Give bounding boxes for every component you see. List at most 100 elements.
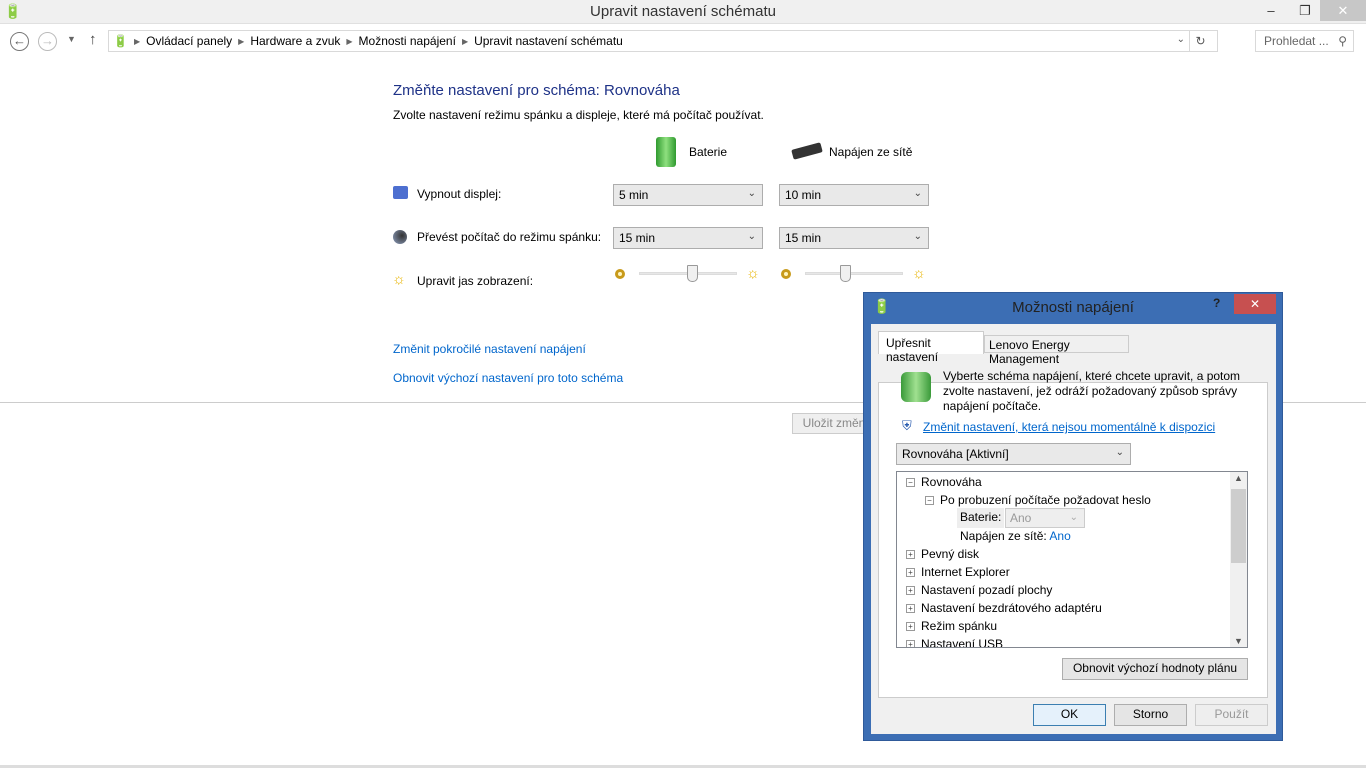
sleep-ac-select[interactable]: 15 min ⌄ (779, 227, 929, 249)
help-button[interactable]: ? (1213, 296, 1220, 310)
brightness-ac-slider[interactable] (805, 265, 903, 282)
power-plan-icon (901, 372, 931, 402)
window-title: Upravit nastavení schématu (590, 3, 776, 20)
tree-item[interactable]: + Pevný disk (906, 547, 979, 561)
uac-shield-icon: ⛨ (902, 418, 912, 433)
dialog-close-button[interactable]: ✕ (1234, 294, 1276, 314)
advanced-settings-link[interactable]: Změnit pokročilé nastavení napájení (393, 342, 586, 356)
ok-button[interactable]: OK (1033, 704, 1106, 726)
battery-password-select[interactable]: Ano ⌄ (1005, 508, 1085, 528)
scroll-down-icon[interactable]: ▼ (1234, 636, 1243, 646)
address-dropdown-icon[interactable]: ⌄ (1177, 34, 1185, 45)
dialog-description: Vyberte schéma napájení, které chcete up… (943, 369, 1241, 413)
ac-setting-row: Napájen ze sítě: Ano (960, 529, 1071, 543)
breadcrumb-item[interactable]: Ovládací panely (146, 34, 232, 48)
tree-item[interactable]: + Nastavení pozadí plochy (906, 583, 1052, 597)
tree-label: Režim spánku (921, 619, 998, 633)
search-input[interactable]: Prohledat ... ⚲ (1255, 30, 1354, 52)
refresh-button[interactable]: ↻ (1189, 31, 1211, 51)
sleep-label: Převést počítač do režimu spánku: (417, 230, 602, 244)
tree-label: Internet Explorer (921, 565, 1010, 579)
power-options-icon: 🔋 (113, 34, 128, 48)
slider-thumb[interactable] (840, 265, 852, 282)
power-plug-icon (791, 142, 823, 160)
select-value: Rovnováha [Aktivní] (902, 447, 1009, 461)
expand-icon[interactable]: + (906, 550, 915, 560)
restore-button[interactable]: ❐ (1288, 0, 1322, 21)
close-button[interactable]: ✕ (1320, 0, 1366, 21)
battery-setting-row: Baterie: (957, 508, 1005, 528)
chevron-down-icon: ⌄ (747, 188, 756, 199)
recent-pages-dropdown[interactable]: ▼ (67, 34, 76, 44)
tree-item-rovnovaha[interactable]: − Rovnováha (906, 475, 982, 489)
tree-item[interactable]: + Internet Explorer (906, 565, 1010, 579)
expand-icon[interactable]: + (906, 604, 915, 614)
ac-setting-value[interactable]: Ano (1049, 529, 1070, 543)
select-value: 10 min (785, 188, 822, 202)
breadcrumb-item[interactable]: Upravit nastavení schématu (474, 34, 623, 48)
tab-advanced-settings[interactable]: Upřesnit nastavení (878, 331, 984, 364)
scheme-select[interactable]: Rovnováha [Aktivní] ⌄ (896, 443, 1131, 465)
up-button[interactable]: ↑ (89, 31, 97, 48)
tree-item[interactable]: + Nastavení USB (906, 637, 1004, 648)
tree-label: Nastavení USB (921, 637, 1004, 648)
page-title: Změňte nastavení pro schéma: Rovnováha (393, 82, 680, 99)
battery-icon (656, 137, 676, 167)
scrollbar-thumb[interactable] (1231, 489, 1246, 563)
chevron-down-icon: ⌄ (747, 231, 756, 242)
tree-label: Rovnováha (921, 475, 982, 489)
change-unavailable-settings-link[interactable]: Změnit nastavení, která nejsou momentáln… (923, 420, 1215, 434)
restore-plan-defaults-button[interactable]: Obnovit výchozí hodnoty plánu (1062, 658, 1248, 680)
select-value: 15 min (619, 231, 656, 245)
display-battery-select[interactable]: 5 min ⌄ (613, 184, 763, 206)
ac-column-header: Napájen ze sítě (829, 145, 913, 159)
display-timer-icon (393, 186, 408, 199)
battery-setting-label: Baterie: (960, 510, 1002, 524)
back-button[interactable]: ← (10, 32, 29, 51)
tree-item[interactable]: + Režim spánku (906, 619, 997, 633)
breadcrumb-item[interactable]: Hardware a zvuk (250, 34, 340, 48)
ac-setting-label: Napájen ze sítě: (960, 529, 1047, 543)
chevron-right-icon: ▶ (461, 36, 469, 46)
tree-label: Nastavení bezdrátového adaptéru (921, 601, 1102, 615)
select-value: 5 min (619, 188, 649, 202)
brightness-label: Upravit jas zobrazení: (417, 274, 534, 288)
page-subtitle: Zvolte nastavení režimu spánku a displej… (393, 108, 764, 122)
tree-item-password[interactable]: − Po probuzení počítače požadovat heslo (925, 493, 1151, 507)
tab-lenovo-energy[interactable]: Lenovo Energy Management (984, 335, 1129, 366)
collapse-icon[interactable]: − (906, 478, 915, 488)
apply-button[interactable]: Použít (1195, 704, 1268, 726)
brightness-battery-slider[interactable] (639, 265, 737, 282)
display-ac-select[interactable]: 10 min ⌄ (779, 184, 929, 206)
tree-label: Po probuzení počítače požadovat heslo (940, 493, 1151, 507)
select-value: 15 min (785, 231, 822, 245)
forward-button[interactable]: → (38, 32, 57, 51)
cancel-button[interactable]: Storno (1114, 704, 1187, 726)
breadcrumb[interactable]: 🔋 ▶ Ovládací panely ▶ Hardware a zvuk ▶ … (108, 30, 1218, 52)
battery-column-header: Baterie (689, 145, 728, 159)
scroll-up-icon[interactable]: ▲ (1234, 473, 1243, 483)
bright-brightness-icon: ☼ (746, 265, 760, 282)
select-value: Ano (1010, 511, 1032, 525)
search-icon: ⚲ (1338, 34, 1347, 48)
tree-item[interactable]: + Nastavení bezdrátového adaptéru (906, 601, 1102, 615)
expand-icon[interactable]: + (906, 640, 915, 647)
collapse-icon[interactable]: − (925, 496, 934, 506)
expand-icon[interactable]: + (906, 586, 915, 596)
expand-icon[interactable]: + (906, 568, 915, 578)
restore-defaults-link[interactable]: Obnovit výchozí nastavení pro toto schém… (393, 371, 623, 385)
expand-icon[interactable]: + (906, 622, 915, 632)
title-bar: 🔋 Upravit nastavení schématu – ❐ ✕ (0, 0, 1366, 24)
dim-brightness-icon (781, 269, 791, 279)
tree-scrollbar[interactable]: ▲ ▼ (1230, 472, 1247, 647)
bright-brightness-icon: ☼ (912, 265, 926, 282)
sleep-battery-select[interactable]: 15 min ⌄ (613, 227, 763, 249)
chevron-down-icon: ⌄ (913, 188, 922, 199)
chevron-right-icon: ▶ (238, 36, 245, 46)
dim-brightness-icon (615, 269, 625, 279)
settings-tree[interactable]: − Rovnováha − Po probuzení počítače požado… (896, 471, 1248, 648)
slider-thumb[interactable] (687, 265, 699, 282)
sleep-moon-icon (393, 230, 407, 244)
minimize-button[interactable]: – (1254, 0, 1288, 21)
breadcrumb-item[interactable]: Možnosti napájení (359, 34, 456, 48)
